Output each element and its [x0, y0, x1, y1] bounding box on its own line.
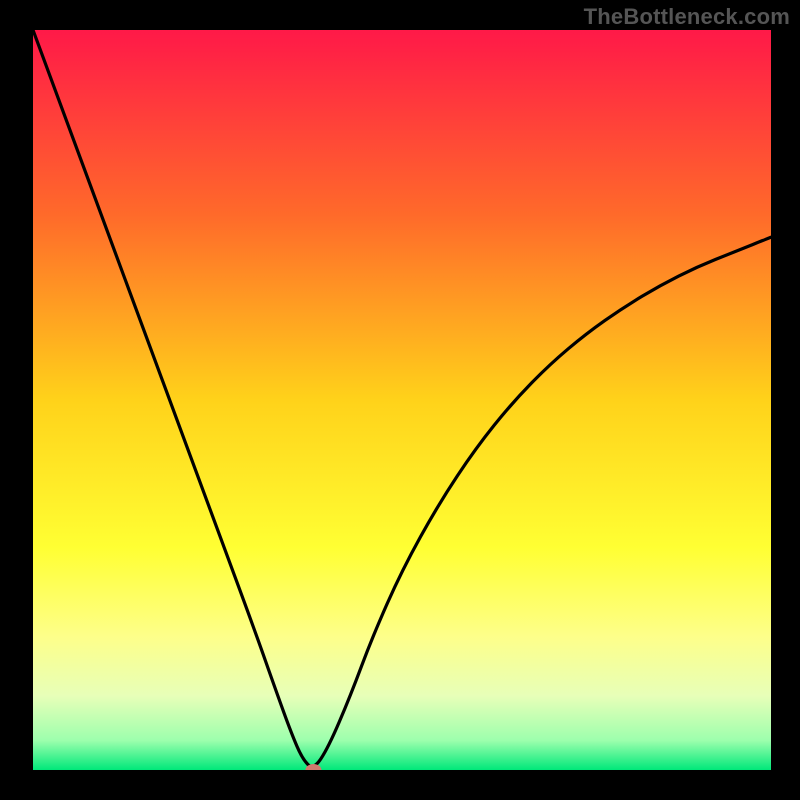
frame-edge: [771, 0, 800, 800]
chart-frame: { "watermark": "TheBottleneck.com", "cha…: [0, 0, 800, 800]
plot-background: [33, 30, 771, 770]
watermark-text: TheBottleneck.com: [584, 4, 790, 30]
frame-edge: [0, 770, 800, 800]
frame-edge: [0, 0, 33, 800]
bottleneck-chart: [0, 0, 800, 800]
